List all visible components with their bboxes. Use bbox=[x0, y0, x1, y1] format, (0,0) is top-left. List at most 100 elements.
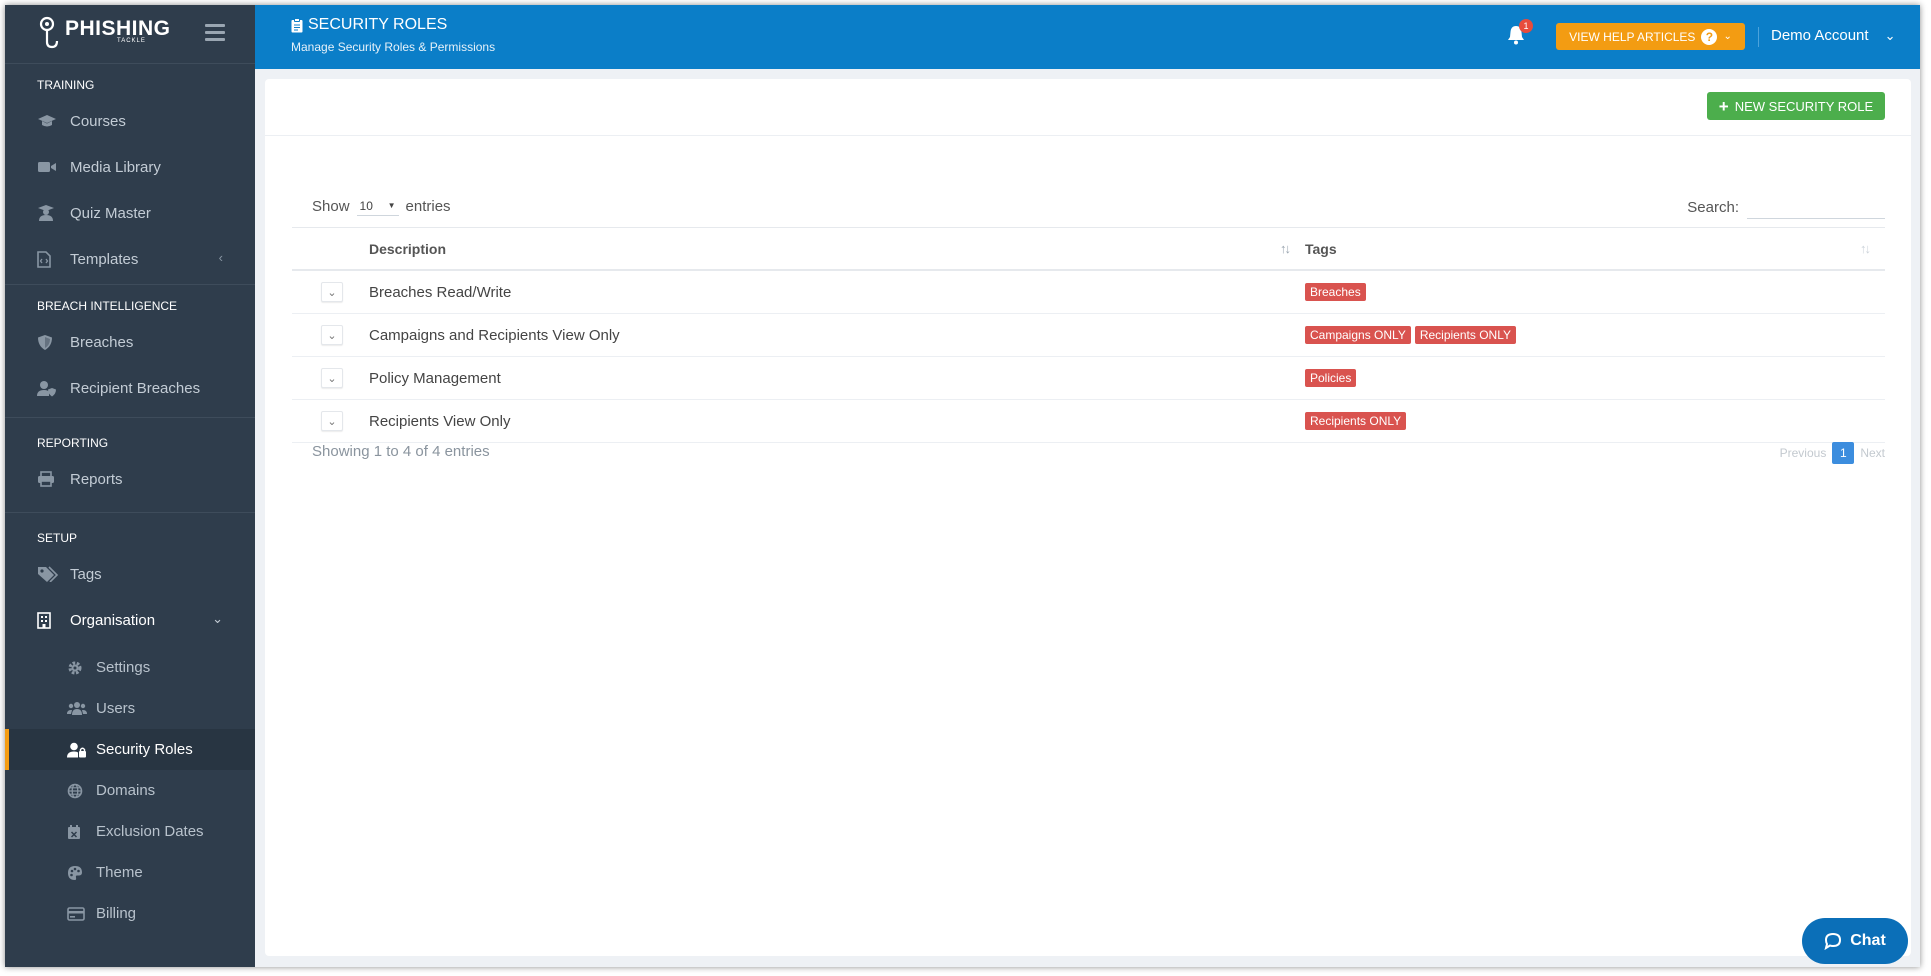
user-lock-icon bbox=[67, 742, 87, 758]
logo-subtext: TACKLE bbox=[117, 38, 146, 44]
chevron-down-icon: ⌄ bbox=[327, 372, 337, 385]
view-help-articles-button[interactable]: VIEW HELP ARTICLES ? ⌄ bbox=[1556, 23, 1745, 50]
sidebar-item-label: Recipient Breaches bbox=[70, 379, 201, 397]
column-header-tags[interactable]: Tags ↑↓ bbox=[1305, 227, 1885, 271]
chevron-down-icon: ⌄ bbox=[327, 329, 337, 342]
sidebar-item-courses[interactable]: Courses bbox=[5, 98, 255, 144]
column-header-label: Tags bbox=[1305, 240, 1337, 257]
chevron-down-icon: ⌄ bbox=[1884, 27, 1896, 43]
logo[interactable]: PHISHING TACKLE bbox=[5, 5, 255, 64]
sort-icon[interactable]: ↑↓ bbox=[1860, 241, 1871, 256]
sidebar-subitem-exclusion-dates[interactable]: Exclusion Dates bbox=[5, 811, 255, 852]
sidebar-subitem-billing[interactable]: Billing bbox=[5, 893, 255, 934]
expand-cell: ⌄ bbox=[292, 399, 369, 443]
sidebar-section-reporting: REPORTING Reports bbox=[5, 430, 255, 513]
page-length-control: Show 10 ▼ entries bbox=[312, 196, 451, 216]
show-label: Show bbox=[312, 197, 350, 215]
entries-label: entries bbox=[405, 197, 451, 215]
chat-bubble-icon bbox=[1824, 932, 1842, 950]
sidebar-subitem-label: Domains bbox=[96, 782, 156, 799]
sort-ascending-icon[interactable]: ↑↓ bbox=[1280, 241, 1291, 256]
sidebar-item-label: Tags bbox=[70, 565, 102, 583]
sidebar-item-quiz-master[interactable]: Quiz Master bbox=[5, 190, 255, 236]
tags-cell: Recipients ONLY bbox=[1305, 399, 1885, 443]
sidebar-section-setup: SETUP Tags Organisation ⌄ Settings Users… bbox=[5, 525, 255, 934]
gear-icon bbox=[67, 660, 87, 676]
expand-cell: ⌄ bbox=[292, 356, 369, 400]
chat-button[interactable]: Chat bbox=[1802, 918, 1908, 964]
section-title: REPORTING bbox=[37, 436, 109, 450]
previous-page-button[interactable]: Previous bbox=[1780, 446, 1827, 460]
chevron-down-icon: ⌄ bbox=[327, 286, 337, 299]
help-button-label: VIEW HELP ARTICLES bbox=[1569, 29, 1696, 44]
search-input[interactable] bbox=[1747, 196, 1885, 219]
sidebar-item-media-library[interactable]: Media Library bbox=[5, 144, 255, 190]
graduation-cap-icon bbox=[37, 112, 59, 130]
expand-row-button[interactable]: ⌄ bbox=[321, 411, 343, 431]
sidebar-subitem-users[interactable]: Users bbox=[5, 688, 255, 729]
user-graduate-icon bbox=[37, 204, 59, 222]
card-toolbar: + NEW SECURITY ROLE bbox=[265, 79, 1911, 136]
globe-icon bbox=[67, 783, 87, 799]
sidebar-item-label: Reports bbox=[70, 470, 123, 488]
sidebar-item-label: Courses bbox=[70, 112, 126, 130]
sidebar-subitem-settings[interactable]: Settings bbox=[5, 647, 255, 688]
pagination: Previous 1 Next bbox=[1780, 442, 1885, 464]
description-cell: Breaches Read/Write bbox=[369, 270, 1305, 314]
table-row: ⌄ Policy Management Policies bbox=[292, 356, 1885, 400]
user-shield-icon bbox=[37, 379, 59, 397]
page-button-current[interactable]: 1 bbox=[1832, 442, 1855, 464]
hamburger-menu-icon[interactable] bbox=[205, 24, 225, 45]
shield-icon bbox=[37, 333, 59, 351]
sidebar-subitem-label: Billing bbox=[96, 905, 137, 922]
next-page-button[interactable]: Next bbox=[1860, 446, 1885, 460]
sidebar-subitem-security-roles[interactable]: Security Roles bbox=[5, 729, 255, 770]
chevron-down-icon: ⌄ bbox=[327, 415, 337, 428]
page-title: SECURITY ROLES bbox=[291, 16, 447, 34]
sidebar-item-templates[interactable]: Templates ‹ bbox=[5, 236, 255, 282]
page-subtitle: Manage Security Roles & Permissions bbox=[291, 40, 496, 54]
search-control: Search: bbox=[1687, 196, 1885, 219]
expand-row-button[interactable]: ⌄ bbox=[321, 282, 343, 302]
expand-cell: ⌄ bbox=[292, 270, 369, 314]
content-card: + NEW SECURITY ROLE Show 10 ▼ entries Se… bbox=[265, 79, 1911, 956]
account-menu[interactable]: Demo Account ⌄ bbox=[1771, 27, 1895, 44]
video-camera-icon bbox=[37, 158, 59, 176]
page-length-select[interactable]: 10 ▼ bbox=[356, 196, 399, 216]
table-header-row: Description ↑↓ Tags ↑↓ bbox=[292, 227, 1885, 271]
expand-column-header bbox=[292, 227, 369, 271]
sidebar-item-organisation[interactable]: Organisation ⌄ bbox=[5, 597, 255, 643]
sidebar-item-recipient-breaches[interactable]: Recipient Breaches bbox=[5, 365, 255, 411]
column-header-description[interactable]: Description ↑↓ bbox=[369, 227, 1305, 271]
expand-row-button[interactable]: ⌄ bbox=[321, 325, 343, 345]
page-length-value: 10 bbox=[359, 198, 373, 213]
sidebar-item-breaches[interactable]: Breaches bbox=[5, 319, 255, 365]
sidebar-subitem-label: Users bbox=[96, 700, 136, 717]
sidebar-item-tags[interactable]: Tags bbox=[5, 551, 255, 597]
expand-row-button[interactable]: ⌄ bbox=[321, 368, 343, 388]
table-row: ⌄ Breaches Read/Write Breaches bbox=[292, 270, 1885, 314]
table-row: ⌄ Recipients View Only Recipients ONLY bbox=[292, 399, 1885, 443]
plus-icon: + bbox=[1718, 96, 1729, 116]
column-header-label: Description bbox=[369, 240, 447, 257]
caret-down-icon: ▼ bbox=[387, 201, 396, 210]
sidebar-item-label: Organisation bbox=[70, 611, 156, 629]
tags-cell: Campaigns ONLY Recipients ONLY bbox=[1305, 313, 1885, 357]
new-security-role-button[interactable]: + NEW SECURITY ROLE bbox=[1707, 92, 1885, 120]
sidebar-section-training: TRAINING Courses Media Library Quiz Mast… bbox=[5, 72, 255, 285]
hook-logo-icon bbox=[39, 16, 59, 49]
tag-badge: Policies bbox=[1305, 369, 1357, 387]
tag-badge: Campaigns ONLY bbox=[1305, 326, 1411, 344]
chevron-down-icon: ⌄ bbox=[212, 611, 223, 626]
sidebar-subitem-theme[interactable]: Theme bbox=[5, 852, 255, 893]
file-code-icon bbox=[37, 250, 59, 268]
section-title: SETUP bbox=[37, 531, 78, 545]
table-info: Showing 1 to 4 of 4 entries bbox=[312, 443, 490, 460]
description-cell: Campaigns and Recipients View Only bbox=[369, 313, 1305, 357]
sidebar-subitem-label: Theme bbox=[96, 864, 143, 881]
sidebar-subitem-label: Security Roles bbox=[96, 741, 193, 758]
sidebar-subitem-domains[interactable]: Domains bbox=[5, 770, 255, 811]
sidebar-item-reports[interactable]: Reports bbox=[5, 456, 255, 502]
security-roles-table: Description ↑↓ Tags ↑↓ ⌄ Breaches Read/W… bbox=[292, 227, 1885, 443]
description-cell: Policy Management bbox=[369, 356, 1305, 400]
